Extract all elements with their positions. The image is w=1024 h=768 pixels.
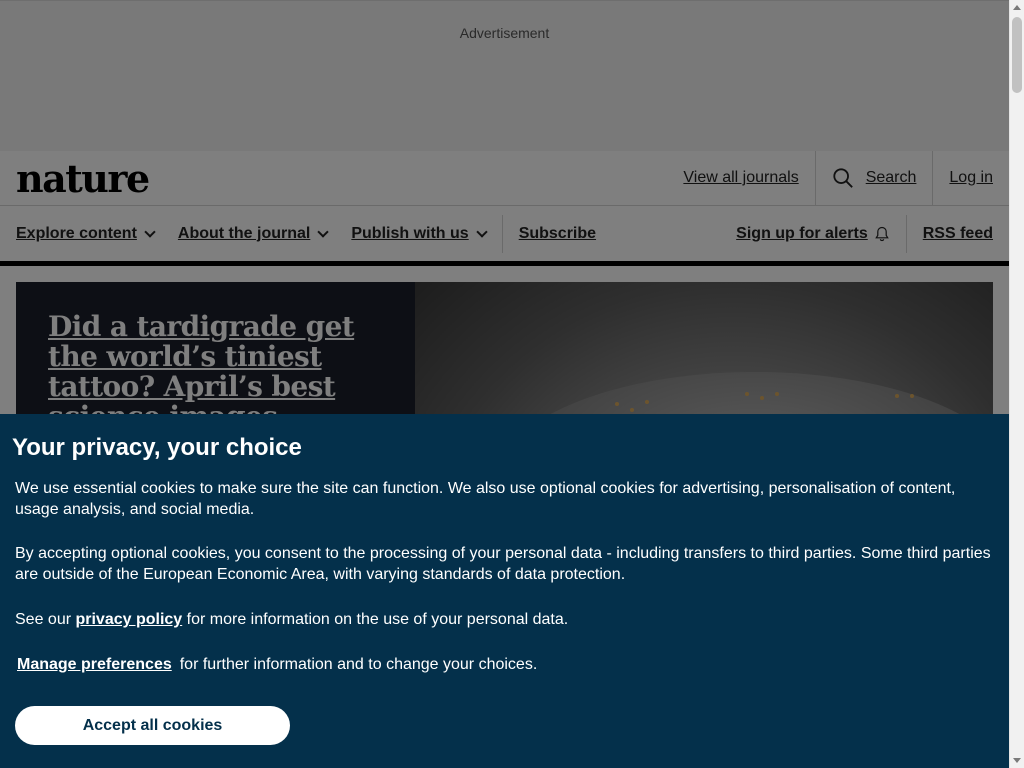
cookie-banner: Your privacy, your choice We use essenti… [0,414,1009,768]
manage-preferences-row: Manage preferences for further informati… [15,656,537,674]
privacy-text-after: for more information on the use of your … [182,611,569,628]
cookie-paragraph-consent: By accepting optional cookies, you conse… [15,545,991,583]
cookie-paragraph-privacy: See our privacy policy for more informat… [15,609,1000,630]
manage-preferences-button[interactable]: Manage preferences [15,656,174,674]
scroll-down-arrow-icon[interactable] [1013,758,1021,763]
manage-preferences-text: for further information and to change yo… [179,656,538,673]
scrollbar-thumb[interactable] [1012,17,1022,93]
vertical-scrollbar[interactable] [1009,0,1024,768]
accept-all-cookies-button[interactable]: Accept all cookies [15,706,290,745]
privacy-text-before: See our [15,611,76,628]
scroll-up-arrow-icon[interactable] [1013,5,1021,10]
cookie-paragraph-essential: We use essential cookies to make sure th… [15,480,956,518]
cookie-banner-title: Your privacy, your choice [12,434,302,461]
privacy-policy-link[interactable]: privacy policy [75,611,182,628]
